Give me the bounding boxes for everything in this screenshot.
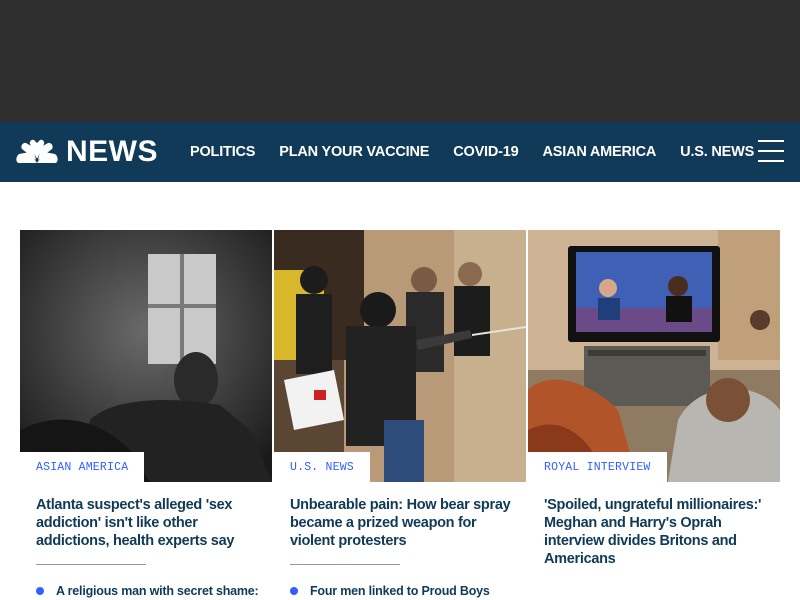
story-card: ROYAL INTERVIEW 'Spoiled, ungrateful mil… (528, 230, 780, 567)
story-image-protesters[interactable] (274, 230, 526, 482)
related-story-text: Four men linked to Proud Boys (310, 584, 490, 598)
story-image-tv-viewers[interactable] (528, 230, 780, 482)
nbc-news-logo[interactable]: NEWS (16, 136, 158, 168)
divider (290, 564, 400, 565)
nbc-peacock-icon (16, 139, 58, 163)
nav-item-asian-america[interactable]: ASIAN AMERICA (543, 144, 657, 160)
main-nav: POLITICS PLAN YOUR VACCINE COVID-19 ASIA… (190, 122, 778, 182)
story-image-shadow-figure[interactable] (20, 230, 272, 482)
site-header: NEWS POLITICS PLAN YOUR VACCINE COVID-19… (0, 122, 800, 182)
tag-box: ASIAN AMERICA (20, 452, 145, 482)
tag-box: ROYAL INTERVIEW (528, 452, 667, 482)
nav-item-us-news[interactable]: U.S. NEWS (680, 144, 754, 160)
story-tag[interactable]: ROYAL INTERVIEW (544, 461, 651, 474)
bullet-dot-icon (290, 587, 298, 595)
logo-text: NEWS (66, 135, 158, 168)
bullet-dot-icon (36, 587, 44, 595)
divider (36, 564, 146, 565)
nav-item-covid-19[interactable]: COVID-19 (453, 144, 518, 160)
story-tag[interactable]: U.S. NEWS (290, 461, 354, 474)
tag-box: U.S. NEWS (274, 452, 370, 482)
nav-item-politics[interactable]: POLITICS (190, 144, 255, 160)
advertisement-area (0, 0, 800, 122)
nav-item-plan-your-vaccine[interactable]: PLAN YOUR VACCINE (279, 144, 429, 160)
related-story-text: A religious man with secret shame: (56, 584, 259, 598)
story-headline[interactable]: Unbearable pain: How bear spray became a… (290, 496, 516, 550)
story-cards: ASIAN AMERICA Atlanta suspect's alleged … (20, 230, 780, 600)
hamburger-menu-icon[interactable] (758, 140, 784, 164)
story-card: U.S. NEWS Unbearable pain: How bear spra… (274, 230, 526, 598)
related-story[interactable]: Four men linked to Proud Boys (290, 584, 526, 598)
story-card: ASIAN AMERICA Atlanta suspect's alleged … (20, 230, 272, 598)
story-headline[interactable]: Atlanta suspect's alleged 'sex addiction… (36, 496, 262, 550)
story-headline[interactable]: 'Spoiled, ungrateful millionaires:' Megh… (544, 496, 770, 568)
related-story[interactable]: A religious man with secret shame: (36, 584, 272, 598)
story-tag[interactable]: ASIAN AMERICA (36, 461, 128, 474)
